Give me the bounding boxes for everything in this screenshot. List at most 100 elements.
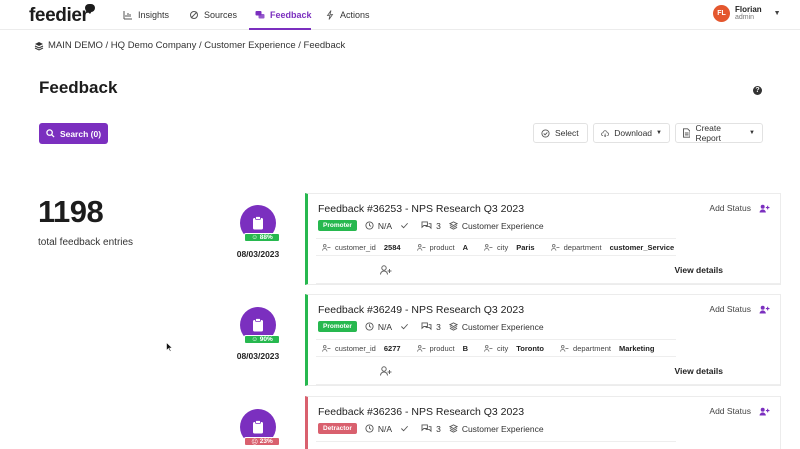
attribute-tag: city Paris bbox=[478, 243, 535, 252]
attribute-icon bbox=[416, 243, 425, 251]
score-percentage: ☺ 90% bbox=[244, 335, 280, 344]
score-column: ☹ 23% bbox=[236, 409, 280, 446]
layers-icon bbox=[448, 322, 458, 331]
check-icon bbox=[400, 424, 413, 433]
select-button-label: Select bbox=[555, 128, 579, 138]
feedback-icon bbox=[255, 11, 265, 19]
feedback-title[interactable]: Feedback #36249 - NPS Research Q3 2023 bbox=[318, 304, 524, 316]
add-status-label: Add Status bbox=[709, 203, 751, 213]
clock-icon bbox=[365, 424, 374, 433]
actions-icon bbox=[326, 10, 334, 20]
active-tab-underline bbox=[249, 28, 311, 30]
search-button[interactable]: Search (0) bbox=[39, 123, 108, 144]
feedback-attributes: customer_id 6277 product B city Toronto dep… bbox=[316, 339, 676, 357]
category: Customer Experience bbox=[448, 424, 544, 434]
divider bbox=[316, 283, 780, 284]
feedback-card[interactable]: Feedback #36253 - NPS Research Q3 2023 A… bbox=[305, 193, 781, 285]
total-feedback-label: total feedback entries bbox=[38, 237, 134, 248]
layers-icon bbox=[448, 424, 458, 433]
category: Customer Experience bbox=[448, 322, 544, 332]
attribute-tag: product A bbox=[411, 243, 468, 252]
attribute-icon bbox=[560, 344, 569, 352]
feedback-attributes bbox=[316, 441, 676, 447]
nps-badge: Detractor bbox=[318, 423, 357, 434]
nav-item-actions[interactable]: Actions bbox=[325, 0, 370, 30]
attribute-tag: customer_id 6277 bbox=[316, 344, 401, 353]
add-status-button[interactable]: Add Status bbox=[709, 203, 770, 213]
comments-icon bbox=[421, 221, 432, 230]
attribute-tag: customer_id 2584 bbox=[316, 243, 401, 252]
breadcrumb: MAIN DEMO / HQ Demo Company / Customer E… bbox=[34, 40, 345, 51]
smile-icon: ☺ bbox=[251, 336, 260, 343]
nav-item-feedback[interactable]: Feedback bbox=[255, 0, 312, 30]
user-role: admin bbox=[735, 13, 755, 21]
chevron-down-icon: ▼ bbox=[773, 10, 781, 17]
nav-label: Actions bbox=[340, 10, 370, 20]
feedback-card[interactable]: Feedback #36249 - NPS Research Q3 2023 A… bbox=[305, 294, 781, 386]
feedier-logo[interactable]: feedier bbox=[29, 5, 89, 27]
clock-icon bbox=[365, 221, 374, 230]
add-status-button[interactable]: Add Status bbox=[709, 406, 770, 416]
report-icon bbox=[683, 128, 691, 138]
create-report-button[interactable]: Create Report ▼ bbox=[675, 123, 763, 143]
user-name: Florian bbox=[735, 4, 762, 14]
check-icon bbox=[400, 221, 413, 230]
attribute-icon bbox=[322, 344, 331, 352]
check-circle-icon bbox=[541, 128, 550, 138]
comment-count: 3 bbox=[421, 221, 441, 231]
clipboard-icon bbox=[253, 216, 263, 230]
score-circle[interactable]: ☺ 88% bbox=[240, 205, 280, 242]
feedback-meta: Promoter N/A 3 Customer Experience bbox=[318, 321, 552, 332]
feedback-date: 08/03/2023 bbox=[236, 351, 280, 361]
insights-icon bbox=[123, 11, 132, 20]
select-button[interactable]: Select bbox=[533, 123, 588, 143]
sources-icon bbox=[190, 11, 198, 19]
view-details-link[interactable]: View details bbox=[674, 265, 723, 275]
divider bbox=[316, 384, 780, 385]
score-percentage: ☺ 88% bbox=[244, 233, 280, 242]
attribute-icon bbox=[484, 344, 493, 352]
response-time: N/A bbox=[365, 322, 392, 332]
category: Customer Experience bbox=[448, 221, 544, 231]
score-circle[interactable]: ☺ 90% bbox=[240, 307, 280, 344]
comment-count: 3 bbox=[421, 424, 441, 434]
smile-icon: ☺ bbox=[251, 234, 260, 241]
nav-item-sources[interactable]: Sources bbox=[189, 0, 237, 30]
layers-icon bbox=[34, 41, 44, 51]
add-user-icon bbox=[759, 305, 770, 314]
create-report-button-label: Create Report bbox=[695, 123, 721, 143]
help-icon[interactable]: ? bbox=[753, 86, 762, 95]
attribute-tag: department Marketing bbox=[554, 344, 654, 353]
clipboard-icon bbox=[253, 420, 263, 434]
assign-user-icon[interactable] bbox=[380, 265, 392, 275]
assign-user-icon[interactable] bbox=[380, 366, 392, 376]
nav-label: Insights bbox=[138, 10, 170, 20]
user-menu[interactable]: FL Florian admin ▼ bbox=[713, 5, 781, 22]
total-feedback-count: 1198 bbox=[38, 194, 104, 229]
breadcrumb-text[interactable]: MAIN DEMO / HQ Demo Company / Customer E… bbox=[48, 40, 345, 51]
add-status-button[interactable]: Add Status bbox=[709, 304, 770, 314]
feedback-attributes: customer_id 2584 product A city Paris depar… bbox=[316, 238, 676, 256]
nps-badge: Promoter bbox=[318, 321, 357, 332]
cloud-download-icon bbox=[601, 129, 610, 137]
response-time: N/A bbox=[365, 424, 392, 434]
nav-label: Feedback bbox=[270, 10, 312, 20]
attribute-icon bbox=[416, 344, 425, 352]
search-button-label: Search (0) bbox=[59, 128, 102, 139]
page-title: Feedback bbox=[39, 78, 118, 97]
avatar: FL bbox=[713, 5, 730, 22]
attribute-tag: city Toronto bbox=[478, 344, 544, 353]
nav-item-insights[interactable]: Insights bbox=[123, 0, 169, 30]
score-circle[interactable]: ☹ 23% bbox=[240, 409, 280, 446]
feedback-title[interactable]: Feedback #36236 - NPS Research Q3 2023 bbox=[318, 406, 524, 418]
clipboard-icon bbox=[253, 318, 263, 332]
response-time: N/A bbox=[365, 221, 392, 231]
feedback-title[interactable]: Feedback #36253 - NPS Research Q3 2023 bbox=[318, 203, 524, 215]
score-column: ☺ 88% 08/03/2023 bbox=[236, 205, 280, 259]
feedback-card[interactable]: Feedback #36236 - NPS Research Q3 2023 A… bbox=[305, 396, 781, 449]
attribute-icon bbox=[550, 243, 560, 251]
layers-icon bbox=[448, 221, 458, 230]
view-details-link[interactable]: View details bbox=[674, 366, 723, 376]
download-button[interactable]: Download ▼ bbox=[593, 123, 670, 143]
check-icon bbox=[400, 322, 413, 331]
